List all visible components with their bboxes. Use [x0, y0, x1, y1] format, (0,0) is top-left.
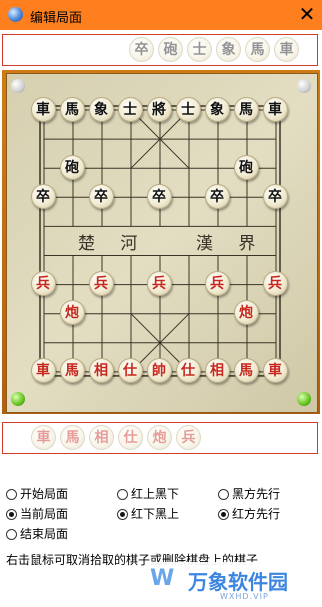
- option-red-bottom-black-top-label: 红下黑上: [131, 507, 180, 521]
- board-piece-red[interactable]: 兵: [146, 271, 172, 297]
- board-piece-red[interactable]: 車: [30, 358, 56, 384]
- board-piece-red[interactable]: 炮: [59, 300, 85, 326]
- option-red-first[interactable]: 红方先行: [218, 506, 280, 522]
- board-piece-red[interactable]: 車: [262, 358, 288, 384]
- tray-piece-black[interactable]: 馬: [245, 37, 270, 62]
- board-piece-red[interactable]: 馬: [59, 358, 85, 384]
- option-red-bottom-black-top[interactable]: 红下黑上: [117, 506, 179, 522]
- board-piece-black[interactable]: 馬: [233, 96, 259, 122]
- board-piece-black[interactable]: 士: [117, 96, 143, 122]
- board-piece-red[interactable]: 馬: [233, 358, 259, 384]
- river-label-right: 漢 界: [196, 234, 266, 254]
- option-end-position[interactable]: 结束局面: [6, 526, 68, 542]
- option-current-position[interactable]: 当前局面: [6, 506, 68, 522]
- tray-piece-black[interactable]: 士: [187, 37, 212, 62]
- tray-piece-black[interactable]: 象: [216, 37, 241, 62]
- corner-marker-bottom-left: [11, 392, 25, 406]
- tray-piece-red[interactable]: 炮: [147, 425, 172, 450]
- board-piece-black[interactable]: 馬: [59, 96, 85, 122]
- title-bar: 编辑局面 ✕: [0, 0, 322, 30]
- board-piece-red[interactable]: 兵: [204, 271, 230, 297]
- tray-piece-red[interactable]: 仕: [118, 425, 143, 450]
- board-piece-red[interactable]: 兵: [262, 271, 288, 297]
- tray-piece-black[interactable]: 砲: [158, 37, 183, 62]
- board-piece-black[interactable]: 卒: [146, 183, 172, 209]
- board-piece-black[interactable]: 車: [30, 96, 56, 122]
- board-piece-red[interactable]: 仕: [117, 358, 143, 384]
- board-piece-black[interactable]: 卒: [30, 183, 56, 209]
- watermark-logo: W: [150, 566, 174, 591]
- corner-marker-top-right: [297, 79, 311, 93]
- board-piece-black[interactable]: 將: [146, 96, 172, 122]
- board-piece-black[interactable]: 卒: [204, 183, 230, 209]
- options-panel: 开始局面 红上黑下 黑方先行 当前局面 红下黑上 红方先行 结束局面: [0, 484, 322, 544]
- river-label-left: 楚 河: [78, 234, 148, 254]
- board-piece-black[interactable]: 卒: [262, 183, 288, 209]
- board-piece-black[interactable]: 象: [204, 96, 230, 122]
- radio-red-first[interactable]: [218, 509, 229, 520]
- board-piece-black[interactable]: 砲: [59, 154, 85, 180]
- board-piece-black[interactable]: 車: [262, 96, 288, 122]
- board-piece-black[interactable]: 卒: [88, 183, 114, 209]
- radio-red-bottom-black-top[interactable]: [117, 509, 128, 520]
- radio-red-top-black-bottom[interactable]: [117, 489, 128, 500]
- option-current-position-label: 当前局面: [20, 507, 69, 521]
- radio-current-position[interactable]: [6, 509, 17, 520]
- tray-piece-black[interactable]: 車: [274, 37, 299, 62]
- tray-piece-red[interactable]: 車: [31, 425, 56, 450]
- option-red-first-label: 红方先行: [232, 507, 281, 521]
- board-piece-red[interactable]: 兵: [88, 271, 114, 297]
- watermark: W 万象软件园 WXHD.VIP: [150, 562, 322, 607]
- radio-start-position[interactable]: [6, 489, 17, 500]
- option-end-position-label: 结束局面: [20, 527, 69, 541]
- board-piece-red[interactable]: 炮: [233, 300, 259, 326]
- watermark-subtitle: WXHD.VIP: [220, 592, 269, 601]
- board-piece-red[interactable]: 帥: [146, 358, 172, 384]
- app-globe-icon: [8, 7, 23, 22]
- board-piece-black[interactable]: 象: [88, 96, 114, 122]
- option-start-position[interactable]: 开始局面: [6, 486, 68, 502]
- radio-end-position[interactable]: [6, 529, 17, 540]
- board-piece-red[interactable]: 相: [88, 358, 114, 384]
- corner-marker-top-left: [11, 79, 25, 93]
- radio-black-first[interactable]: [218, 489, 229, 500]
- board-piece-red[interactable]: 相: [204, 358, 230, 384]
- board-piece-black[interactable]: 砲: [233, 154, 259, 180]
- tray-piece-black[interactable]: 卒: [129, 37, 154, 62]
- corner-marker-bottom-right: [297, 392, 311, 406]
- option-red-top-black-bottom[interactable]: 红上黑下: [117, 486, 179, 502]
- option-black-first-label: 黑方先行: [232, 487, 281, 501]
- watermark-title: 万象软件园: [188, 570, 288, 594]
- tray-piece-red[interactable]: 馬: [60, 425, 85, 450]
- tray-piece-red[interactable]: 兵: [176, 425, 201, 450]
- option-red-top-black-bottom-label: 红上黑下: [131, 487, 180, 501]
- window-title: 编辑局面: [30, 11, 83, 26]
- option-black-first[interactable]: 黑方先行: [218, 486, 280, 502]
- board-piece-black[interactable]: 士: [175, 96, 201, 122]
- close-button[interactable]: ✕: [292, 0, 322, 30]
- red-piece-tray[interactable]: 車馬相仕炮兵: [2, 422, 318, 454]
- black-piece-tray[interactable]: 卒砲士象馬車: [2, 34, 318, 66]
- board-piece-red[interactable]: 兵: [30, 271, 56, 297]
- tray-piece-red[interactable]: 相: [89, 425, 114, 450]
- option-start-position-label: 开始局面: [20, 487, 69, 501]
- board-piece-red[interactable]: 仕: [175, 358, 201, 384]
